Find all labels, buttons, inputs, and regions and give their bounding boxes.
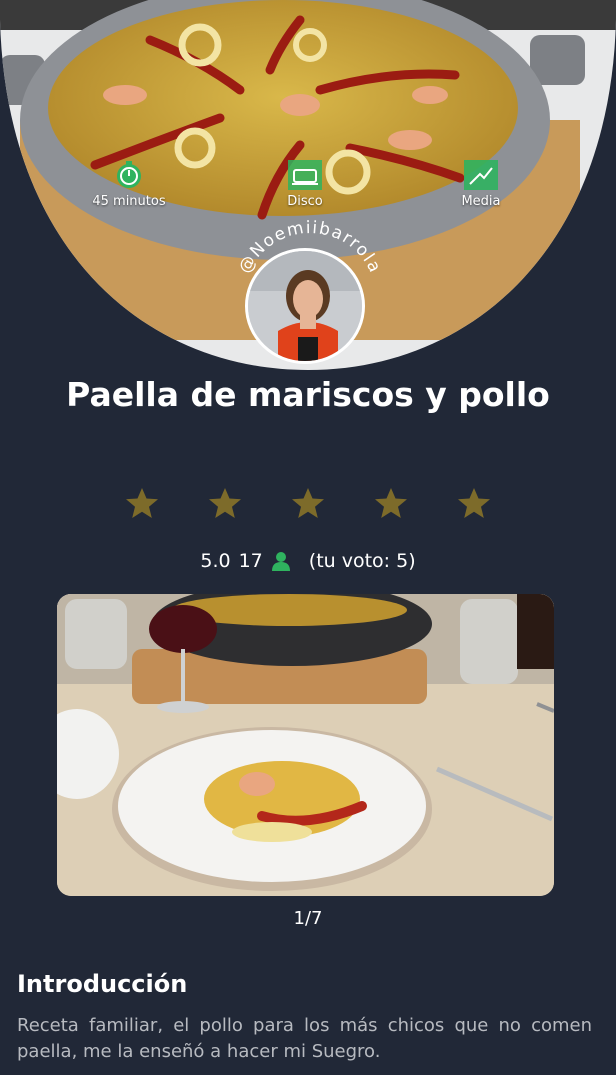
star-icon[interactable] (207, 486, 243, 520)
gallery-counter: 1/7 (293, 908, 323, 929)
recipe-title: Paella de mariscos y pollo (66, 375, 550, 414)
vote-count: 17 (238, 550, 263, 572)
hero-section: 45 minutos Disco Media @Noemiibarrola (0, 0, 616, 370)
user-icon (271, 552, 290, 571)
pan-icon (288, 160, 322, 190)
intro-heading: Introducción (17, 970, 188, 998)
difficulty-icon (464, 160, 498, 190)
rating-summary: 5.0 17 (tu voto: 5) (0, 550, 616, 572)
star-icon[interactable] (456, 486, 492, 520)
gallery-photo[interactable] (57, 594, 554, 896)
intro-text: Receta familiar, el pollo para los más c… (17, 1015, 592, 1062)
user-vote: (tu voto: 5) (308, 550, 416, 572)
timer-icon (117, 161, 141, 188)
cooking-time: 45 minutos (74, 160, 184, 209)
star-icon[interactable] (290, 486, 326, 520)
difficulty-label: Media (461, 194, 501, 209)
star-icon[interactable] (124, 486, 160, 520)
difficulty: Media (426, 160, 536, 209)
photo-gallery[interactable] (57, 594, 554, 896)
cooking-method: Disco (250, 160, 360, 209)
star-icon[interactable] (373, 486, 409, 520)
cooking-time-label: 45 minutos (92, 194, 166, 209)
rating-value: 5.0 (200, 550, 231, 572)
star-rating[interactable] (124, 486, 492, 522)
author-avatar[interactable] (245, 248, 365, 364)
